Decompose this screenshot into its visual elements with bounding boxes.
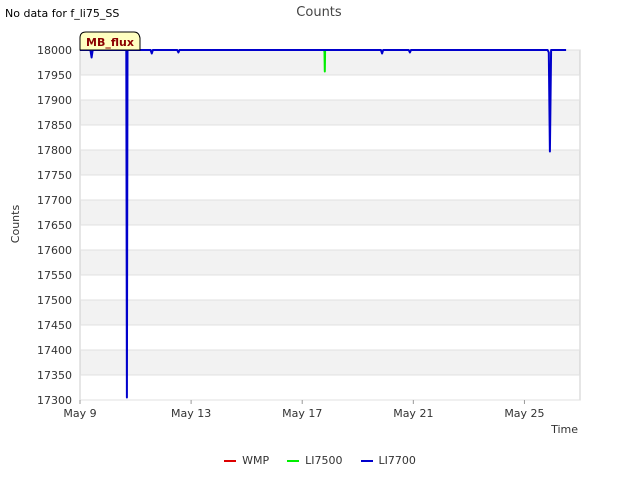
y-tick-label: 17300 — [37, 394, 72, 407]
grid-band — [80, 325, 580, 350]
grid-band — [80, 50, 580, 75]
grid-band — [80, 300, 580, 325]
grid-band — [80, 225, 580, 250]
grid-band — [80, 175, 580, 200]
series-line-li7500 — [323, 49, 327, 73]
chart-title: Counts — [296, 5, 342, 20]
legend-swatch — [224, 459, 237, 462]
y-tick-label: 17500 — [37, 294, 72, 307]
legend-label: LI7500 — [305, 454, 343, 467]
y-tick-label: 17900 — [37, 94, 72, 107]
site-badge-label: MB_flux — [86, 36, 134, 49]
y-tick-label: 17450 — [37, 319, 72, 332]
y-tick-label: 17950 — [37, 69, 72, 82]
legend-swatch — [287, 459, 300, 462]
x-axis-title: Time — [550, 423, 578, 436]
grid-band — [80, 100, 580, 125]
y-tick-label: 17850 — [37, 119, 72, 132]
y-tick-label: 17350 — [37, 369, 72, 382]
grid-band — [80, 125, 580, 150]
y-tick-label: 17550 — [37, 269, 72, 282]
grid-band — [80, 375, 580, 400]
legend-item-wmp[interactable]: WMP — [224, 454, 269, 467]
grid-band — [80, 350, 580, 375]
grid-band — [80, 150, 580, 175]
y-tick-label: 17650 — [37, 219, 72, 232]
grid-band — [80, 200, 580, 225]
x-tick-label: May 9 — [63, 407, 96, 420]
y-axis-title: Counts — [9, 205, 22, 244]
legend: WMP LI7500 LI7700 — [0, 454, 640, 467]
legend-swatch — [360, 459, 373, 462]
x-tick-label: May 21 — [393, 407, 433, 420]
y-tick-label: 17700 — [37, 194, 72, 207]
legend-label: WMP — [242, 454, 270, 467]
y-tick-label: 17800 — [37, 144, 72, 157]
x-tick-label: May 17 — [282, 407, 322, 420]
x-tick-label: May 13 — [171, 407, 211, 420]
grid-band — [80, 250, 580, 275]
legend-item-li7700[interactable]: LI7700 — [360, 454, 416, 467]
y-tick-label: 17400 — [37, 344, 72, 357]
y-tick-label: 18000 — [37, 44, 72, 57]
x-tick-label: May 25 — [504, 407, 544, 420]
site-badge: MB_flux — [79, 31, 141, 51]
legend-item-li7500[interactable]: LI7500 — [287, 454, 343, 467]
y-tick-label: 17600 — [37, 244, 72, 257]
legend-label: LI7700 — [378, 454, 416, 467]
chart: 17300 17350 17400 17450 17500 17550 17600 17650… — [9, 5, 581, 436]
y-tick-label: 17750 — [37, 169, 72, 182]
grid-band — [80, 275, 580, 300]
x-axis: May 9 May 13 May 17 May 21 May 25 — [63, 400, 545, 420]
grid-band — [80, 75, 580, 100]
